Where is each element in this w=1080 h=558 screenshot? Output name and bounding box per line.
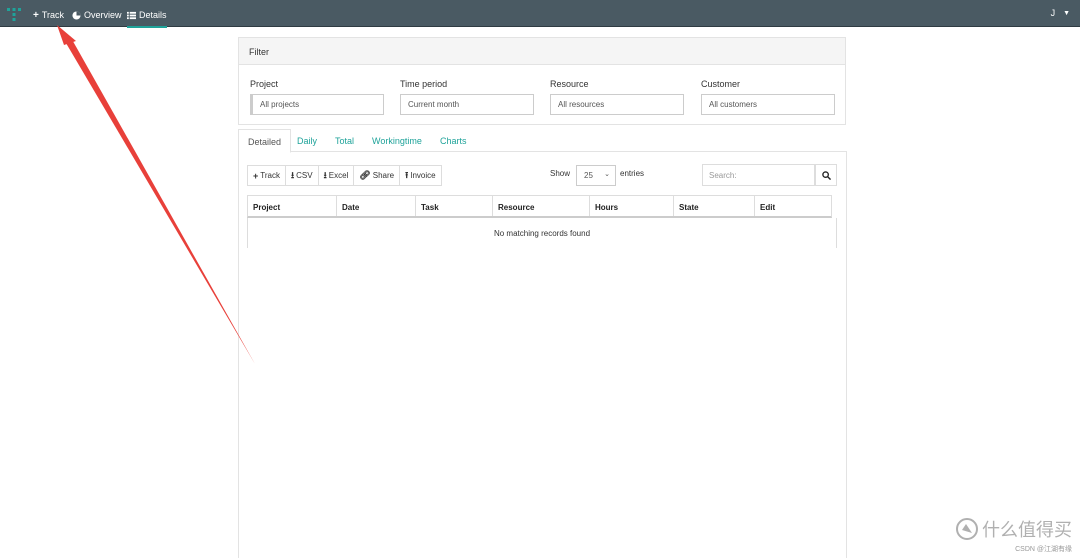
plus-icon: + [253,170,259,181]
arrow-shaft [63,36,255,364]
app-logo-icon[interactable] [6,6,22,22]
page-length-value: 25 [584,171,593,180]
watermark: 什么值得买 CSDN @江湖有缘 [956,516,1072,554]
tab-total[interactable]: Total [326,129,363,152]
download-icon: ⭳ [290,169,295,180]
tab-workingtime[interactable]: Workingtime [363,129,431,152]
project-select[interactable]: All projects [250,94,384,115]
track-button[interactable]: + Track [248,166,286,185]
column-header-hours[interactable]: Hours [590,196,674,216]
share-button[interactable]: 🔗︎ Share [354,166,401,185]
column-header-edit[interactable]: Edit [755,196,831,216]
nav-track-label: Track [41,9,65,20]
excel-button-label: Excel [328,171,349,180]
resource-filter: Resource All resources [550,79,684,115]
search-icon [821,170,831,180]
column-header-resource[interactable]: Resource [493,196,590,216]
entries-label: entries [620,169,645,178]
user-menu[interactable]: J ▼ [1051,8,1070,18]
table-header-row: Project Date Task Resource Hours State E… [247,195,832,218]
invoice-button-label: Invoice [410,171,436,180]
column-header-date[interactable]: Date [337,196,416,216]
user-initial: J [1050,8,1056,18]
column-header-task[interactable]: Task [416,196,493,216]
csv-button-label: CSV [296,171,313,180]
time-period-select[interactable]: Current month [400,94,534,115]
chevron-down-icon: ⌄ [604,171,610,178]
search-button[interactable] [815,164,837,186]
nav-overview-link[interactable]: Overview [72,8,122,22]
plus-icon: + [33,9,39,21]
filter-panel-title: Filter [239,38,845,65]
track-button-label: Track [260,171,280,180]
table-toolbar: + Track ⭳ CSV ⭳ Excel 🔗︎ Share ⭱ Invoice [247,165,442,186]
resource-select[interactable]: All resources [550,94,684,115]
report-tabs: Detailed Daily Total Workingtime Charts [238,129,847,153]
resource-label: Resource [550,79,589,89]
customer-filter: Customer All customers [701,79,835,115]
time-period-filter: Time period Current month [400,79,534,115]
upload-icon: ⭱ [405,169,409,180]
top-navbar: + Track Overview Details J ▼ [0,0,1080,28]
nav-details-link[interactable]: Details [127,8,167,28]
tab-daily[interactable]: Daily [288,129,326,152]
share-button-label: Share [372,171,395,180]
invoice-button[interactable]: ⭱ Invoice [400,166,441,185]
project-label: Project [250,79,279,89]
caret-down-icon: ▼ [1063,9,1070,17]
arrow-head [57,25,76,45]
project-filter: Project All projects [250,79,384,115]
nav-overview-label: Overview [84,9,122,20]
time-period-label: Time period [400,79,448,89]
watermark-logo-icon [956,518,978,540]
watermark-logo: 什么值得买 [956,516,1072,542]
watermark-caption: CSDN @江湖有缘 [1015,546,1072,553]
link-icon: 🔗︎ [359,170,371,180]
page-length-select[interactable]: 25 ⌄ [576,165,616,186]
nav-track-link[interactable]: + Track [33,8,64,22]
excel-button[interactable]: ⭳ Excel [318,166,355,185]
list-icon [127,11,136,19]
customer-select[interactable]: All customers [701,94,835,115]
download-icon: ⭳ [323,169,327,180]
nav-details-label: Details [139,9,167,20]
pie-chart-icon [72,10,81,20]
column-header-project[interactable]: Project [248,196,337,216]
tab-detailed[interactable]: Detailed [238,129,292,153]
csv-button[interactable]: ⭳ CSV [285,166,319,185]
show-label: Show [550,169,571,178]
tab-charts[interactable]: Charts [431,129,476,152]
search-input[interactable]: Search: [702,164,815,186]
customer-label: Customer [701,79,741,89]
watermark-logo-text: 什么值得买 [982,520,1072,540]
empty-table-message: No matching records found [247,218,837,248]
column-header-state[interactable]: State [674,196,755,216]
filter-panel: Filter Project All projects Time period … [238,37,846,125]
